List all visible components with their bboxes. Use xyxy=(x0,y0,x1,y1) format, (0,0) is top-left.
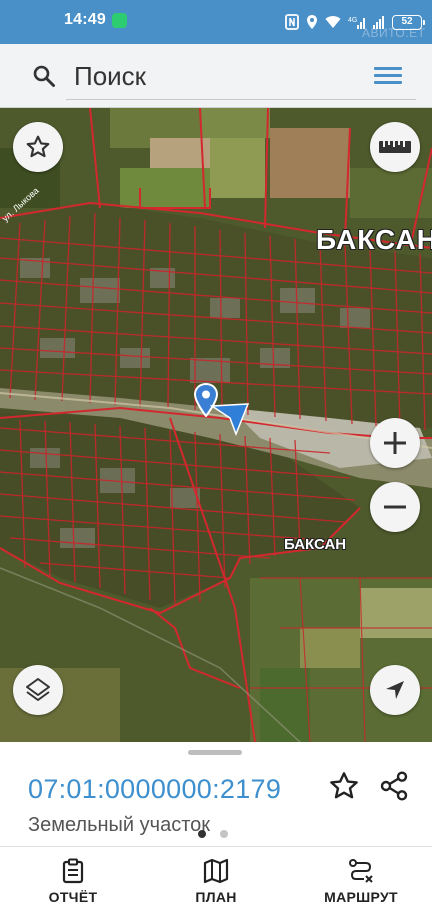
status-bar: 14:49 4G 52 АВИТО.ЕТ xyxy=(0,0,432,44)
navigation-arrow-icon xyxy=(386,681,404,699)
ruler-fab[interactable] xyxy=(370,122,420,172)
search-input[interactable] xyxy=(64,56,416,96)
clipboard-icon xyxy=(62,858,84,884)
nav-report-label: ОТЧЁТ xyxy=(48,889,98,905)
nav-route-label: МАРШРУТ xyxy=(324,889,398,905)
map-view[interactable]: ул. Лыкова БАКСАН БАКСАН xyxy=(0,108,432,742)
search-bar xyxy=(0,44,432,108)
star-outline-icon xyxy=(26,135,50,158)
map-icon xyxy=(203,858,229,884)
zoom-in-button[interactable] xyxy=(370,418,420,468)
route-icon xyxy=(349,859,373,883)
parcel-type: Земельный участок xyxy=(28,814,211,836)
star-outline-icon[interactable] xyxy=(328,770,360,802)
shield-icon xyxy=(112,13,127,28)
menu-icon[interactable] xyxy=(370,62,406,90)
status-time: 14:49 xyxy=(64,11,106,28)
zoom-out-button[interactable] xyxy=(370,482,420,532)
page-dot xyxy=(220,830,228,838)
search-underline xyxy=(66,99,416,100)
nav-plan-label: ПЛАН xyxy=(195,889,237,905)
share-icon[interactable] xyxy=(378,770,410,802)
sheet-drag-handle[interactable] xyxy=(188,750,242,755)
favorite-fab[interactable] xyxy=(13,122,63,172)
nav-route[interactable]: МАРШРУТ xyxy=(312,847,410,910)
cadastral-number[interactable]: 07:01:0000000:2179 xyxy=(28,774,281,805)
nav-report[interactable]: ОТЧЁТ xyxy=(36,847,110,910)
location-icon xyxy=(307,15,317,29)
layers-icon xyxy=(26,678,50,701)
svg-text:4G: 4G xyxy=(348,17,357,24)
search-icon[interactable] xyxy=(32,64,56,88)
parcel-info-sheet[interactable]: 07:01:0000000:2179 Земельный участок xyxy=(0,742,432,846)
wifi-icon xyxy=(325,16,341,28)
watermark: АВИТО.ЕТ xyxy=(362,26,426,40)
ruler-icon xyxy=(379,141,411,153)
nav-plan[interactable]: ПЛАН xyxy=(180,847,252,910)
bottom-navigation: ОТЧЁТ ПЛАН МАРШРУТ xyxy=(0,846,432,910)
page-dot-active xyxy=(198,830,206,838)
minus-icon xyxy=(384,505,406,509)
layers-button[interactable] xyxy=(13,665,63,715)
city-label-small: БАКСАН xyxy=(284,536,347,553)
city-label: БАКСАН xyxy=(316,224,432,255)
page-indicator xyxy=(198,830,228,838)
plus-icon xyxy=(384,432,406,454)
nfc-icon xyxy=(285,14,299,30)
current-position-arrow-icon xyxy=(210,403,250,436)
locate-button[interactable] xyxy=(370,665,420,715)
